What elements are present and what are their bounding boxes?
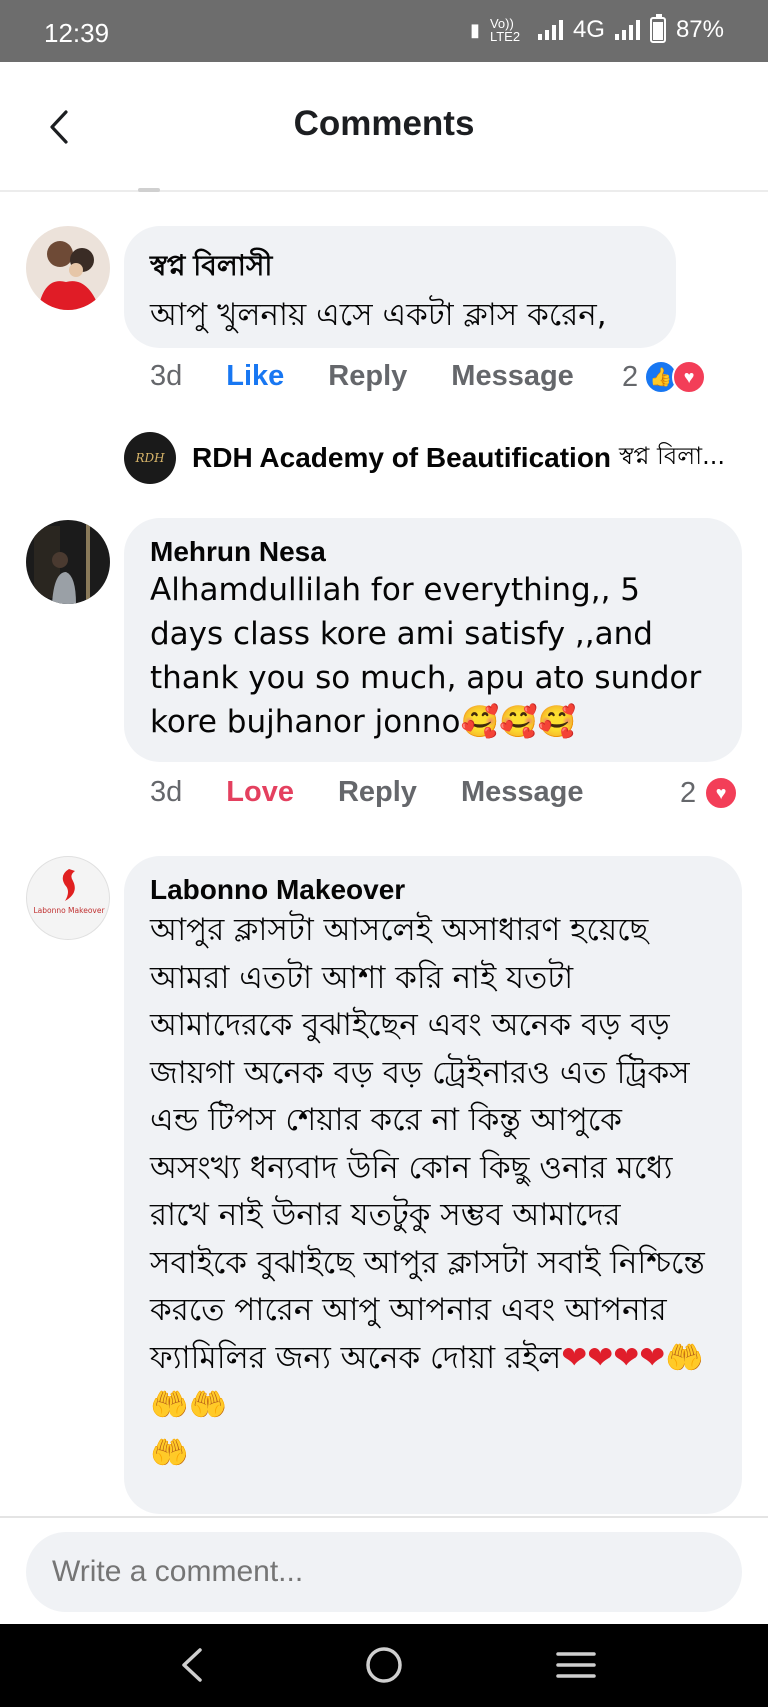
battery-percent: 87% — [675, 16, 724, 43]
recents-nav-icon — [556, 1652, 596, 1678]
nav-home-button[interactable] — [354, 1642, 414, 1688]
hearts-emoji: ❤❤❤❤ — [561, 1339, 666, 1376]
comment-author[interactable]: Mehrun Nesa — [150, 536, 716, 568]
svg-text:Labonno Makeover: Labonno Makeover — [33, 906, 105, 915]
comment-text: আপুর ক্লাসটা আসলেই অসাধারণ হয়েছে আমরা এ… — [150, 907, 716, 1477]
nav-back-button[interactable] — [162, 1642, 222, 1688]
avatar-image — [26, 226, 110, 310]
avatar[interactable] — [26, 226, 110, 310]
vibrate-icon: ▮ — [470, 20, 480, 40]
comment-author[interactable]: Labonno Makeover — [150, 874, 716, 906]
status-time: 12:39 — [44, 18, 110, 48]
reply-button[interactable]: Reply — [338, 776, 417, 809]
navigation-bar — [0, 1624, 768, 1707]
comment-time: 3d — [150, 776, 183, 808]
comment-actions: 3d Like Reply Message — [150, 360, 618, 393]
status-icons: ▮ Vo)) LTE2 4G 87% — [470, 14, 724, 44]
comment-composer — [0, 1516, 768, 1624]
status-bar: 12:39 ▮ Vo)) LTE2 4G 87% — [0, 0, 768, 62]
comment-bubble: স্বপ্ন বিলাসী আপু খুলনায় এসে একটা ক্লাস… — [124, 226, 676, 348]
reaction-summary[interactable]: 2 👍 ♥ — [622, 360, 707, 394]
header: Comments — [0, 62, 768, 192]
home-nav-icon — [366, 1647, 402, 1683]
message-button[interactable]: Message — [451, 360, 574, 393]
back-nav-icon — [182, 1648, 202, 1682]
avatar-image: Labonno Makeover — [33, 869, 105, 915]
reaction-count: 2 — [680, 776, 697, 809]
comment-bubble: Labonno Makeover আপুর ক্লাসটা আসলেই অসাধ… — [124, 856, 742, 1514]
battery-icon — [649, 14, 666, 43]
comment-bubble: Mehrun Nesa Alhamdullilah for everything… — [124, 518, 742, 762]
scroll-hint — [138, 188, 160, 192]
comment-time: 3d — [150, 360, 183, 392]
avatar[interactable]: Labonno Makeover — [26, 856, 110, 940]
reply-preview[interactable]: RDH RDH Academy of Beautification স্বপ্ন… — [124, 432, 725, 484]
avatar[interactable] — [26, 520, 110, 604]
comment-input[interactable] — [26, 1532, 742, 1612]
comment-actions: 3d Love Reply Message — [150, 776, 627, 809]
love-button[interactable]: Love — [226, 776, 294, 809]
comment-author[interactable]: স্বপ্ন বিলাসী — [150, 244, 650, 291]
reply-author: RDH Academy of Beautification — [192, 442, 612, 473]
comment-text: Alhamdullilah for everything,, 5 days cl… — [150, 572, 702, 740]
reply-avatar: RDH — [124, 432, 176, 484]
reply-button[interactable]: Reply — [328, 360, 407, 393]
page-title: Comments — [293, 104, 475, 143]
reply-snippet: স্বপ্ন বিলা... — [619, 442, 726, 470]
comment-body: আপুর ক্লাসটা আসলেই অসাধারণ হয়েছে আমরা এ… — [150, 912, 705, 1376]
reaction-summary[interactable]: 2 ♥ — [680, 776, 739, 810]
open-hands-emoji: 🤲 — [150, 1434, 189, 1471]
reaction-count: 2 — [622, 360, 639, 393]
love-icon: ♥ — [704, 776, 739, 810]
signal-icon — [537, 20, 563, 40]
nav-recents-button[interactable] — [546, 1642, 606, 1688]
like-button[interactable]: Like — [226, 360, 284, 393]
avatar-image — [26, 520, 110, 604]
message-button[interactable]: Message — [461, 776, 584, 809]
signal-icon-2 — [614, 20, 640, 40]
volte-label: Vo)) LTE2 — [489, 16, 521, 44]
love-icon: ♥ — [672, 360, 707, 394]
network-type: 4G — [572, 16, 605, 43]
comment-text: আপু খুলনায় এসে একটা ক্লাস করেন, — [150, 297, 607, 333]
